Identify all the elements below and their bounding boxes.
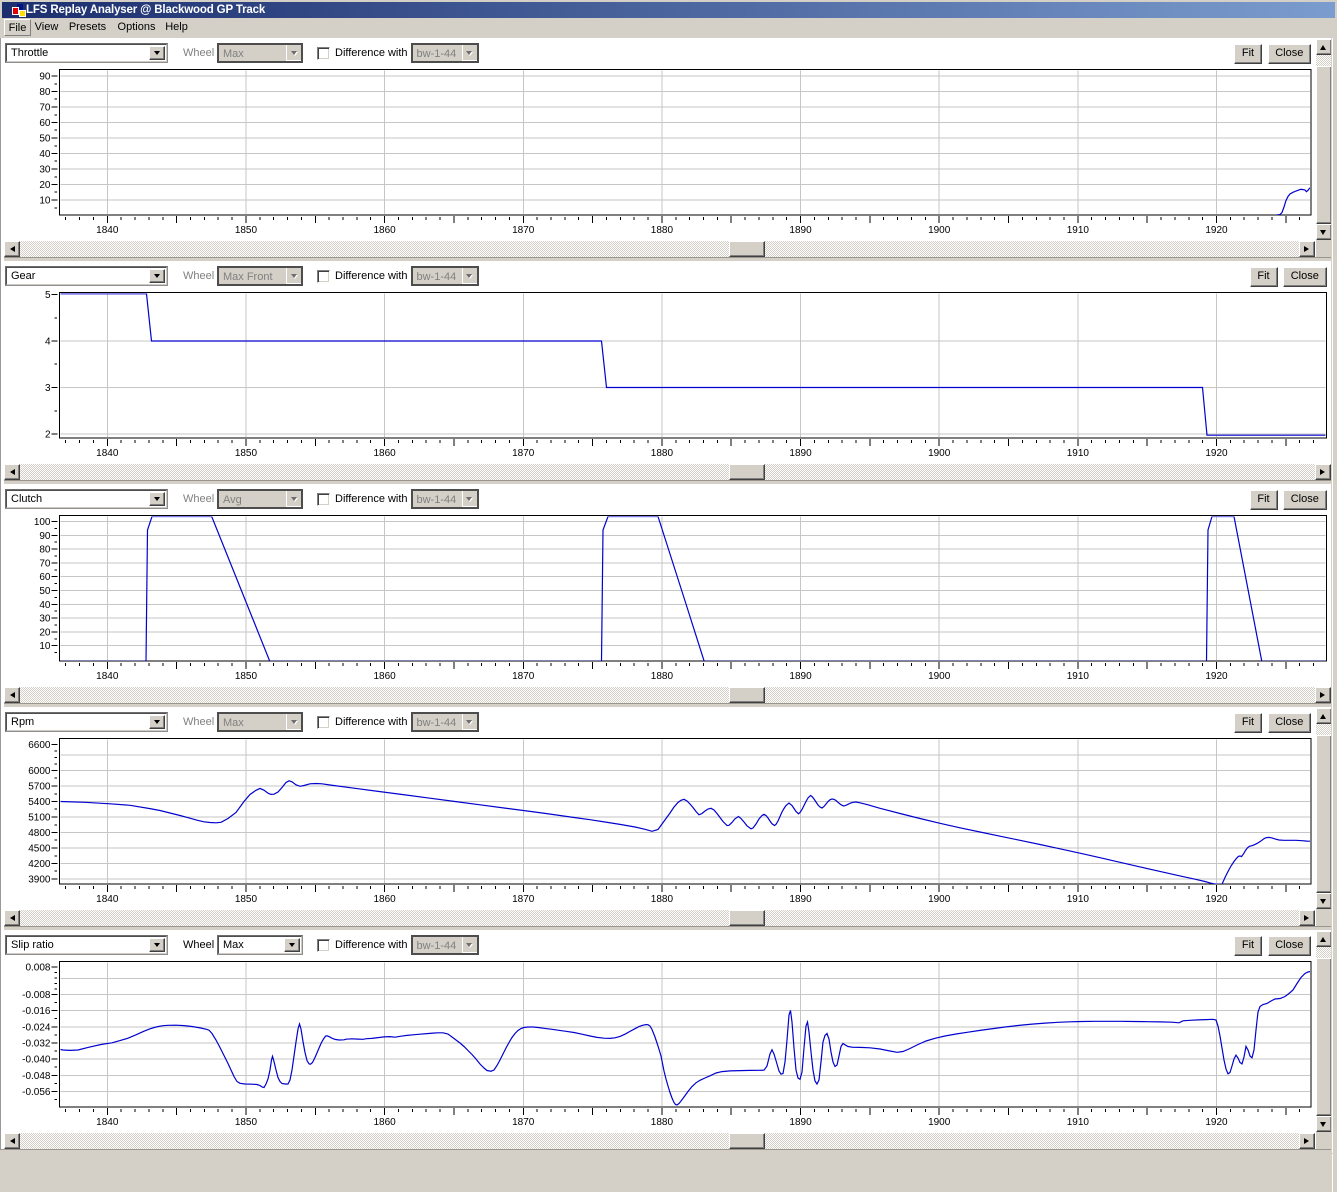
svg-text:1920: 1920	[1205, 448, 1228, 459]
svg-text:1910: 1910	[1067, 448, 1090, 459]
svg-text:40: 40	[39, 600, 51, 611]
svg-text:1870: 1870	[512, 448, 535, 459]
svg-text:20: 20	[39, 627, 51, 638]
svg-text:1870: 1870	[512, 671, 535, 682]
svg-text:10: 10	[39, 641, 51, 652]
svg-text:1870: 1870	[512, 894, 535, 905]
svg-text:1880: 1880	[651, 448, 674, 459]
svg-text:1900: 1900	[928, 671, 951, 682]
svg-text:1850: 1850	[235, 671, 258, 682]
svg-text:5400: 5400	[28, 797, 51, 808]
svg-text:1870: 1870	[512, 225, 535, 236]
svg-text:4200: 4200	[28, 859, 51, 870]
svg-text:60: 60	[39, 572, 51, 583]
svg-text:1880: 1880	[651, 225, 674, 236]
svg-text:4800: 4800	[28, 828, 51, 839]
svg-text:6600: 6600	[28, 740, 51, 751]
svg-text:4: 4	[45, 337, 51, 348]
svg-text:90: 90	[39, 531, 51, 542]
svg-text:-0.040: -0.040	[22, 1055, 51, 1066]
svg-text:1910: 1910	[1067, 1117, 1090, 1128]
svg-text:80: 80	[39, 545, 51, 556]
svg-text:1860: 1860	[373, 448, 396, 459]
svg-text:50: 50	[39, 586, 51, 597]
svg-text:50: 50	[39, 134, 51, 145]
svg-text:30: 30	[39, 614, 51, 625]
svg-text:1910: 1910	[1067, 894, 1090, 905]
svg-text:1840: 1840	[96, 671, 119, 682]
svg-text:-0.056: -0.056	[22, 1087, 51, 1098]
svg-text:-0.024: -0.024	[22, 1022, 51, 1033]
svg-text:-0.032: -0.032	[22, 1039, 51, 1050]
svg-text:60: 60	[39, 118, 51, 129]
svg-text:1840: 1840	[96, 225, 119, 236]
svg-text:5700: 5700	[28, 782, 51, 793]
svg-text:1890: 1890	[789, 894, 812, 905]
svg-text:1920: 1920	[1205, 225, 1228, 236]
svg-text:1850: 1850	[235, 225, 258, 236]
svg-text:2: 2	[45, 430, 51, 441]
svg-text:1870: 1870	[512, 1117, 535, 1128]
svg-text:10: 10	[39, 196, 51, 207]
svg-text:1890: 1890	[789, 225, 812, 236]
svg-text:1900: 1900	[928, 448, 951, 459]
svg-text:20: 20	[39, 180, 51, 191]
svg-text:100: 100	[34, 517, 51, 528]
svg-text:70: 70	[39, 558, 51, 569]
svg-text:1840: 1840	[96, 448, 119, 459]
svg-text:1920: 1920	[1205, 1117, 1228, 1128]
svg-text:40: 40	[39, 149, 51, 160]
svg-text:1860: 1860	[373, 671, 396, 682]
svg-text:-0.008: -0.008	[22, 990, 51, 1001]
svg-text:1900: 1900	[928, 225, 951, 236]
svg-text:4500: 4500	[28, 844, 51, 855]
svg-text:0.008: 0.008	[25, 963, 50, 974]
svg-text:5: 5	[45, 290, 51, 301]
svg-text:1840: 1840	[96, 1117, 119, 1128]
svg-text:1910: 1910	[1067, 671, 1090, 682]
svg-text:1840: 1840	[96, 894, 119, 905]
svg-text:-0.048: -0.048	[22, 1071, 51, 1082]
svg-text:80: 80	[39, 87, 51, 98]
svg-text:3900: 3900	[28, 875, 51, 886]
svg-text:90: 90	[39, 72, 51, 83]
svg-text:1890: 1890	[789, 1117, 812, 1128]
svg-text:70: 70	[39, 103, 51, 114]
svg-text:1920: 1920	[1205, 894, 1228, 905]
svg-text:1900: 1900	[928, 894, 951, 905]
svg-text:1890: 1890	[789, 671, 812, 682]
svg-text:5100: 5100	[28, 813, 51, 824]
svg-text:1920: 1920	[1205, 671, 1228, 682]
svg-text:1860: 1860	[373, 894, 396, 905]
svg-text:1850: 1850	[235, 1117, 258, 1128]
svg-text:6000: 6000	[28, 766, 51, 777]
svg-text:1900: 1900	[928, 1117, 951, 1128]
svg-text:1850: 1850	[235, 448, 258, 459]
svg-text:1880: 1880	[651, 894, 674, 905]
svg-text:30: 30	[39, 165, 51, 176]
svg-text:1850: 1850	[235, 894, 258, 905]
svg-text:1880: 1880	[651, 1117, 674, 1128]
svg-text:1860: 1860	[373, 225, 396, 236]
svg-text:-0.016: -0.016	[22, 1006, 51, 1017]
svg-text:1890: 1890	[789, 448, 812, 459]
svg-text:1860: 1860	[373, 1117, 396, 1128]
svg-text:1880: 1880	[651, 671, 674, 682]
svg-text:3: 3	[45, 383, 51, 394]
svg-text:1910: 1910	[1067, 225, 1090, 236]
